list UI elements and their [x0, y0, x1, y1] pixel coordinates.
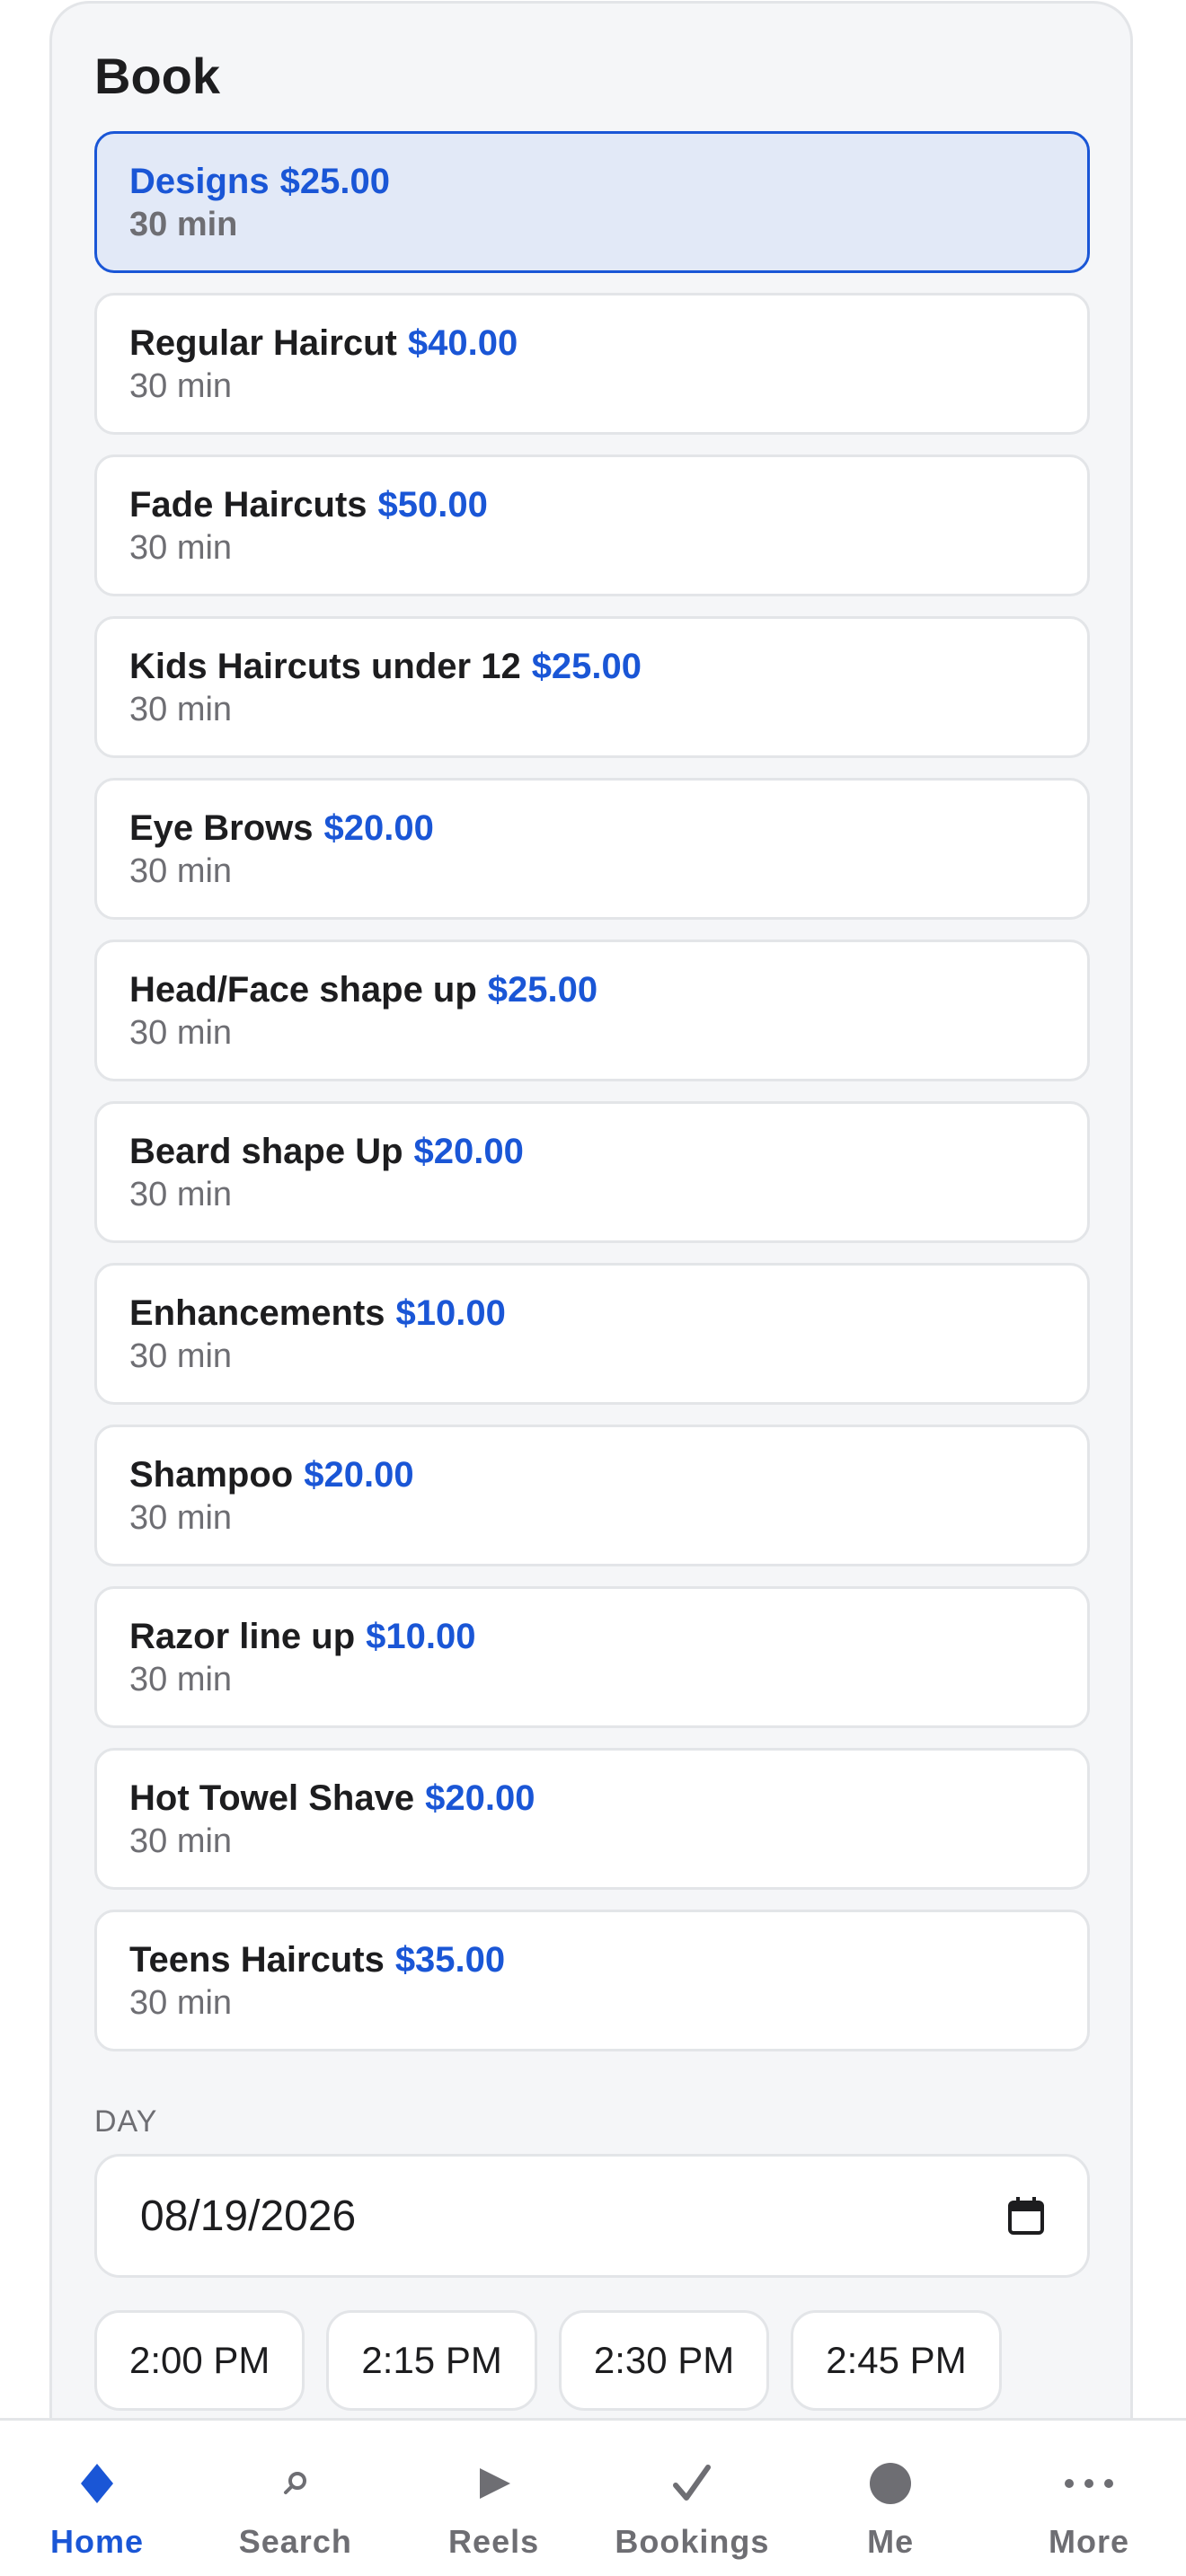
time-slot[interactable]: 2:15 PM	[326, 2310, 537, 2411]
service-option-shampoo[interactable]: Shampoo $20.00 30 min	[94, 1425, 1090, 1566]
service-price: $20.00	[323, 808, 434, 848]
service-price: $25.00	[279, 162, 390, 201]
service-duration: 30 min	[129, 1014, 233, 1052]
service-duration: 30 min	[129, 1822, 233, 1860]
tab-reels[interactable]: Reels	[422, 2421, 566, 2576]
tab-label: More	[1048, 2523, 1129, 2560]
service-option-hot-towel-shave[interactable]: Hot Towel Shave $20.00 30 min	[94, 1748, 1090, 1890]
service-name: Fade Haircuts	[129, 485, 367, 525]
service-duration: 30 min	[129, 1176, 233, 1213]
date-value: 08/19/2026	[140, 2192, 357, 2240]
service-option-fade-haircuts[interactable]: Fade Haircuts $50.00 30 min	[94, 454, 1090, 596]
service-duration: 30 min	[129, 1337, 233, 1375]
service-list: Designs $25.00 30 min Regular Haircut $40.…	[94, 131, 1090, 2071]
service-name: Beard shape Up	[129, 1132, 403, 1171]
day-label: DAY	[94, 2104, 158, 2139]
check-icon	[672, 2457, 712, 2510]
service-duration: 30 min	[129, 852, 233, 890]
more-icon	[1064, 2457, 1114, 2510]
service-price: $10.00	[366, 1617, 476, 1656]
service-duration: 30 min	[129, 367, 233, 405]
service-price: $20.00	[425, 1778, 535, 1818]
service-option-teens-haircuts[interactable]: Teens Haircuts $35.00 30 min	[94, 1910, 1090, 2051]
tab-bookings[interactable]: Bookings	[615, 2421, 768, 2576]
date-input[interactable]: 08/19/2026	[94, 2154, 1090, 2278]
tab-home[interactable]: Home	[25, 2421, 169, 2576]
service-duration: 30 min	[129, 691, 233, 728]
service-option-beard-shape-up[interactable]: Beard shape Up $20.00 30 min	[94, 1101, 1090, 1243]
service-name: Enhancements	[129, 1293, 385, 1333]
service-duration: 30 min	[129, 1499, 233, 1537]
service-duration: 30 min	[129, 529, 233, 567]
service-duration: 30 min	[129, 206, 238, 243]
tab-label: Bookings	[615, 2523, 770, 2560]
service-option-head-face-shape-up[interactable]: Head/Face shape up $25.00 30 min	[94, 940, 1090, 1081]
play-icon	[476, 2457, 512, 2510]
service-name: Razor line up	[129, 1617, 356, 1656]
bottom-tab-bar: Home Search Reels Bookings Me More	[0, 2418, 1186, 2576]
home-icon	[79, 2457, 115, 2510]
tab-search[interactable]: Search	[224, 2421, 367, 2576]
service-name: Kids Haircuts under 12	[129, 647, 521, 686]
service-option-eye-brows[interactable]: Eye Brows $20.00 30 min	[94, 778, 1090, 920]
tab-label: Me	[867, 2523, 915, 2560]
time-slot-list: 2:00 PM 2:15 PM 2:30 PM 2:45 PM	[94, 2310, 1002, 2411]
search-icon	[282, 2457, 309, 2510]
tab-me[interactable]: Me	[819, 2421, 962, 2576]
profile-icon	[869, 2457, 912, 2510]
tab-label: Search	[238, 2523, 352, 2560]
service-option-designs[interactable]: Designs $25.00 30 min	[94, 131, 1090, 273]
service-name: Eye Brows	[129, 808, 314, 848]
service-name: Head/Face shape up	[129, 970, 477, 1010]
service-name: Teens Haircuts	[129, 1940, 385, 1980]
time-slot[interactable]: 2:45 PM	[791, 2310, 1002, 2411]
time-slot[interactable]: 2:00 PM	[94, 2310, 305, 2411]
page-title: Book	[94, 48, 220, 104]
service-name: Hot Towel Shave	[129, 1778, 415, 1818]
service-option-regular-haircut[interactable]: Regular Haircut $40.00 30 min	[94, 293, 1090, 435]
service-option-enhancements[interactable]: Enhancements $10.00 30 min	[94, 1263, 1090, 1405]
service-option-razor-line-up[interactable]: Razor line up $10.00 30 min	[94, 1586, 1090, 1728]
service-duration: 30 min	[129, 1661, 233, 1698]
service-name: Shampoo	[129, 1455, 294, 1495]
time-slot[interactable]: 2:30 PM	[558, 2310, 770, 2411]
service-price: $25.00	[531, 647, 642, 686]
service-price: $40.00	[407, 323, 518, 363]
service-price: $35.00	[394, 1940, 506, 1980]
service-price: $50.00	[377, 485, 488, 525]
service-price: $10.00	[395, 1293, 506, 1333]
service-price: $25.00	[487, 970, 598, 1010]
tab-label: Home	[49, 2523, 145, 2560]
service-price: $20.00	[304, 1455, 414, 1495]
service-price: $20.00	[413, 1132, 524, 1171]
service-name: Designs	[129, 162, 270, 201]
service-duration: 30 min	[129, 1984, 233, 2022]
calendar-icon[interactable]	[1008, 2197, 1044, 2235]
tab-label: Reels	[448, 2523, 540, 2560]
service-option-kids-haircuts[interactable]: Kids Haircuts under 12 $25.00 30 min	[94, 616, 1090, 758]
service-name: Regular Haircut	[129, 323, 397, 363]
tab-more[interactable]: More	[1017, 2421, 1161, 2576]
